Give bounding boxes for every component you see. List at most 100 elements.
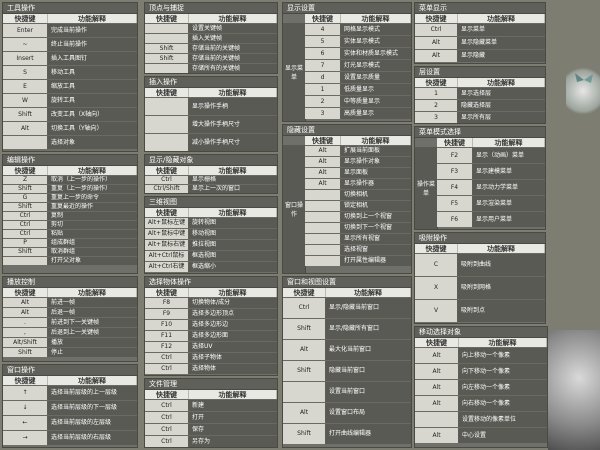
table-row: Alt 显示面板 [305,167,411,178]
table-row: 3 显示所有层 [415,111,545,123]
shortcut-description: 切换相机 [341,190,411,200]
table-row: Ctrl 打开 [145,411,277,423]
shortcut-description: 选择当前层级的下一层级 [48,401,137,415]
panel-movesel: 移动选择对象 快捷键 功能解释 Alt 向上移动一个像素 Alt 向下移动一个像素 Alt 向左… [414,326,548,448]
table-row: 插入关键帧 [145,33,277,43]
panel-title: 顶点与捕捉 [145,3,277,14]
shortcut-description: 改变工具（X轴向） [48,108,137,121]
butterfly-icon [575,73,593,83]
table-row: F3 显示建模菜单 [437,163,545,179]
shortcut-description: 高质量显示 [341,108,411,119]
table-row: 7 灯光显示模式 [305,59,411,71]
shortcut-key: W [3,94,48,107]
table-row: Alt 向右移动一个像素 [415,395,547,411]
shortcut-description: 灯光显示模式 [341,60,411,71]
shortcut-key: 4 [305,24,341,35]
shortcut-description: 增大操作手柄尺寸 [189,116,277,133]
shortcut-description: 停止 [48,348,137,357]
table-row: Ctrl 剪切 [3,220,137,229]
table-row: Shift 重复最近的操作 [3,202,137,211]
panel-title: 显示设置 [283,3,411,14]
panel-menuvis: 菜单显示 快捷键 功能解释 Ctrl 显示菜单 Alt 显示隐藏菜单 Alt 显示隐藏 [414,2,546,64]
shortcut-description: 显示/隐藏所有窗口 [326,319,411,339]
table-row: Alt 切换工具（Y轴向） [3,121,137,135]
shortcut-description: 完成当前操作 [48,24,137,37]
shortcut-description: 选择UV [189,342,277,352]
shortcut-key: Alt [3,122,48,135]
shortcut-description: 选择多边形顶点 [189,309,277,319]
table-row: 切换到上一个视窗 [305,211,411,222]
shortcut-key: 7 [305,60,341,71]
shortcut-key [305,201,341,211]
shortcut-description: 打开 [189,412,277,423]
shortcut-rows: 1 显示选择层 2 隐藏选择层 3 显示所有层 [415,87,545,123]
panel-sel: 选择物体操作 快捷键 功能解释 F8 切换物体/成分 F9 选择多边形顶点 F10 选择多边形边… [144,276,278,376]
shortcut-key: F12 [145,342,189,352]
shortcut-key: Shift [3,108,48,121]
panel-display: 显示/隐藏对象 快捷键 功能解释 Ctrl 显示栅格 Ctrl/Shift 显示上一次的窗口 [144,154,278,194]
table-row: Shift 打开曲线编辑器 [283,423,411,444]
shortcut-key: E [3,80,48,93]
table-row: C 吸附到曲线 [415,253,545,276]
shortcut-key: Alt [283,403,326,423]
table-row: 2 中等质量显示 [305,95,411,107]
table-row: 显示所有视窗 [305,233,411,244]
table-row: → 选择当前层级的右层级 [3,430,137,445]
shortcut-rows: Alt 扩展当前面板 Alt 显示操作对象 Alt 显示面板 Alt 显示操作器 切换相机 锁定相… [305,145,411,273]
table-row: Ctrl 显示栅格 [145,175,277,184]
shortcut-key: Shift [3,348,48,357]
shortcut-rows: 设置关键帧 插入关键帧 Shift 存储当前的关键帧 Shift 存储当前的关键帧 存储所有… [145,23,277,73]
shortcut-key: 3 [305,108,341,119]
table-row: Alt 扩展当前面板 [305,145,411,156]
shortcut-key: Alt+鼠标右键 [145,240,189,250]
table-row: Alt 前进一帧 [3,297,137,307]
shortcut-description: 吸附到网格 [458,277,545,299]
shortcut-key: Ctrl [145,412,189,423]
panel-three: 三维视图 快捷键 功能解释 Alt+鼠标左键 旋转视图 Alt+鼠标中键 移动视图 Alt+鼠… [144,196,278,274]
shortcut-key [145,34,189,43]
shortcut-description: 插入工具图钉 [48,52,137,65]
shortcut-description: 设置显示质量 [341,72,411,83]
shortcut-key: Alt/Shift [3,338,48,347]
table-row: Alt/Shift 播放 [3,337,137,347]
shortcut-rows: C 吸附到曲线 X 吸附到网格 V 吸附到点 [415,253,545,323]
shortcut-description: 选择当前层级的左层级 [48,416,137,430]
shortcut-description: 减小操作手柄尺寸 [189,134,277,151]
shortcut-rows: Ctrl 显示菜单 Alt 显示隐藏菜单 Alt 显示隐藏 [415,23,545,63]
shortcut-key: Ctrl [145,436,189,447]
table-row: Shift 存储当前的关键帧 [145,43,277,53]
table-row: Alt+鼠标右键 推拉视图 [145,239,277,250]
shortcut-key [415,412,459,427]
table-row: 1 低质量显示 [305,83,411,95]
shortcut-key: Shift [145,44,189,53]
panel-title: 层设置 [415,67,545,78]
shortcut-description: 选择当前层级的上一层级 [48,386,137,400]
table-row: 设置关键帧 [145,23,277,33]
table-row: F6 显示用户菜单 [437,211,545,227]
panel-title: 播放控制 [3,277,137,288]
shortcut-key: Ctrl [145,424,189,435]
table-row: Ctrl 粘贴 [3,229,137,238]
panel-winc: 窗口和视图设置 快捷键 功能解释 Ctrl 显示/隐藏当前窗口 Shift 显示/隐藏所有窗… [282,276,412,448]
shortcut-key: C [415,254,458,276]
panel-title: 菜单显示 [415,3,545,14]
panel-layer: 层设置 快捷键 功能解释 1 显示选择层 2 隐藏选择层 3 显示所有层 [414,66,546,124]
shortcut-description: 设置关键帧 [189,24,277,33]
table-row: 4 网格显示模式 [305,23,411,35]
shortcut-key: Alt+鼠标中键 [145,229,189,239]
shortcut-description: 中心设置 [459,428,547,443]
shortcut-key [305,234,341,244]
shortcut-description: 选择物体 [189,364,277,374]
table-row: 6 实体和材质显示模式 [305,47,411,59]
shortcut-key [305,212,341,222]
shortcut-description: 显示/隐藏当前窗口 [326,298,411,318]
table-row: Alt+鼠标左键 旋转视图 [145,217,277,228]
panel-title: 编辑操作 [3,155,137,166]
table-row: F10 选择多边形边 [145,319,277,330]
table-row: P 组成群组 [3,238,137,247]
shortcut-key: 2 [305,96,341,107]
shortcut-description: 切换工具（Y轴向） [48,122,137,135]
table-row: Ctrl 显示菜单 [415,23,545,36]
table-row: F8 切换物体/成分 [145,297,277,308]
shortcut-description: 切换到下一个视窗 [341,223,411,233]
